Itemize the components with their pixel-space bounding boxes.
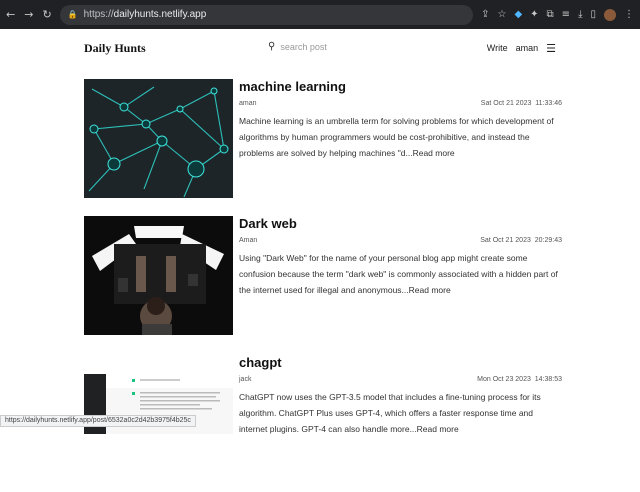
read-more-link[interactable]: Read more [417,424,459,434]
browser-nav: ← → ↻ [6,8,52,21]
user-link[interactable]: aman [516,43,539,53]
post-author: aman [239,100,257,107]
read-more-link[interactable]: Read more [409,285,451,295]
post-card[interactable]: machine learning aman Sat Oct 21 2023 11… [84,79,562,207]
post-author: Aman [239,237,257,244]
search-bar[interactable]: ⚲ search post [268,41,327,52]
lock-icon: 🔒 [68,10,78,19]
media-icon[interactable]: ≡ [562,9,570,20]
url-text: https://dailyhunts.netlify.app [84,9,207,20]
post-image-network[interactable] [84,79,233,198]
read-more-link[interactable]: Read more [413,148,455,158]
post-image-darkweb[interactable] [84,216,233,335]
desk-illustration [84,216,233,335]
post-title[interactable]: chagpt [239,355,562,370]
share-icon[interactable]: ⇪ [481,9,489,20]
address-bar[interactable]: 🔒 https://dailyhunts.netlify.app [60,5,473,25]
post-datetime: Mon Oct 23 2023 14:38:53 [477,376,562,383]
site-logo[interactable]: Daily Hunts [84,41,146,56]
extension-diamond-icon[interactable]: ◆ [514,9,522,20]
post-excerpt: Using "Dark Web" for the name of your pe… [239,250,562,298]
network-illustration [84,79,233,198]
post-datetime: Sat Oct 21 2023 11:33:46 [481,100,562,107]
post-title[interactable]: Dark web [239,216,562,231]
download-icon[interactable]: ⤓ [578,9,582,20]
browser-toolbar: ← → ↻ 🔒 https://dailyhunts.netlify.app ⇪… [0,0,640,29]
menu-icon[interactable]: ☰ [546,42,556,55]
post-meta: jack Mon Oct 23 2023 14:38:53 [239,376,562,383]
search-icon[interactable]: ⚲ [268,41,275,52]
post-excerpt: Machine learning is an umbrella term for… [239,113,562,161]
status-bar-url: https://dailyhunts.netlify.app/post/6532… [0,415,196,427]
puzzle-icon[interactable]: ⧉ [547,9,554,20]
extension-icon[interactable]: ✦ [530,9,538,20]
reload-icon[interactable]: ↻ [42,8,51,21]
post-author: jack [239,376,251,383]
post-body: chagpt jack Mon Oct 23 2023 14:38:53 Cha… [233,355,562,483]
post-datetime: Sat Oct 21 2023 20:29:43 [480,237,562,244]
kebab-menu-icon[interactable]: ⋮ [624,9,634,20]
forward-icon[interactable]: → [24,8,33,21]
post-title[interactable]: machine learning [239,79,562,94]
post-meta: aman Sat Oct 21 2023 11:33:46 [239,100,562,107]
post-meta: Aman Sat Oct 21 2023 20:29:43 [239,237,562,244]
post-body: machine learning aman Sat Oct 21 2023 11… [233,79,562,207]
back-icon[interactable]: ← [6,8,15,21]
write-link[interactable]: Write [487,43,508,53]
post-card[interactable]: Dark web Aman Sat Oct 21 2023 20:29:43 U… [84,216,562,344]
profile-avatar[interactable] [604,9,616,21]
header-nav: Write aman ☰ [487,42,556,55]
star-icon[interactable]: ☆ [497,9,506,20]
site-header: Daily Hunts ⚲ search post Write aman ☰ [0,33,640,63]
post-body: Dark web Aman Sat Oct 21 2023 20:29:43 U… [233,216,562,344]
post-list: machine learning aman Sat Oct 21 2023 11… [84,79,562,492]
browser-tools: ⇪ ☆ ◆ ✦ ⧉ ≡ ⤓ ▯ ⋮ [481,9,634,21]
sidepanel-icon[interactable]: ▯ [590,9,596,20]
post-excerpt: ChatGPT now uses the GPT-3.5 model that … [239,389,562,437]
search-input[interactable]: search post [280,42,327,52]
